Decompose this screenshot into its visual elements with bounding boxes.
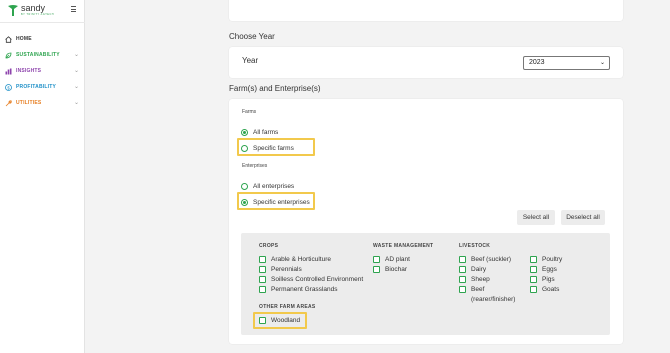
- checkbox-label: Soilless Controlled Environment: [271, 276, 364, 283]
- checkbox-label: Sheep: [471, 276, 490, 283]
- checkbox[interactable]: [373, 256, 380, 263]
- checkbox[interactable]: [530, 276, 537, 283]
- nav-label-home: HOME: [16, 36, 32, 42]
- other-areas-title: OTHER FARM AREAS: [259, 304, 316, 310]
- nav-item-utilities[interactable]: UTILITIES ⌄: [0, 96, 85, 110]
- checkbox[interactable]: [459, 276, 466, 283]
- checkbox-label: Arable & Horticulture: [271, 256, 331, 263]
- nav-item-profitability[interactable]: $ PROFITABILITY ⌄: [0, 80, 85, 94]
- radio-label: All farms: [253, 128, 279, 136]
- nav-item-sustainability[interactable]: SUSTAINABILITY ⌄: [0, 48, 85, 62]
- radio-specific-enterprises[interactable]: Specific enterprises: [241, 197, 310, 207]
- checkbox-label: Permanent Grasslands: [271, 286, 338, 293]
- dollar-icon: $: [5, 83, 12, 91]
- year-label: Year: [242, 56, 259, 65]
- radio-label: Specific enterprises: [253, 198, 310, 206]
- checkbox-label: Biochar: [385, 266, 408, 273]
- checkbox[interactable]: [259, 256, 266, 263]
- checkbox-dairy[interactable]: Dairy: [459, 265, 486, 275]
- sidebar-divider: [0, 22, 85, 23]
- checkbox-eggs[interactable]: Eggs: [530, 265, 557, 275]
- checkbox[interactable]: [373, 266, 380, 273]
- checkbox-ad-plant[interactable]: AD plant: [373, 255, 410, 265]
- checkbox-arable[interactable]: Arable & Horticulture: [259, 255, 331, 265]
- checkbox[interactable]: [259, 317, 266, 324]
- checkbox[interactable]: [459, 286, 466, 293]
- chevron-down-icon: ⌄: [599, 60, 605, 66]
- checkbox-goats[interactable]: Goats: [530, 285, 559, 295]
- checkbox[interactable]: [259, 276, 266, 283]
- enterprises-label: Enterprises: [242, 163, 268, 169]
- checkbox-soilless[interactable]: Soilless Controlled Environment: [259, 275, 363, 285]
- checkbox-label: AD plant: [385, 256, 410, 263]
- checkbox-label: Woodland: [271, 317, 301, 324]
- home-icon: [5, 35, 12, 43]
- checkbox[interactable]: [259, 286, 266, 293]
- checkbox[interactable]: [530, 266, 537, 273]
- checkbox-label: Goats: [542, 286, 560, 293]
- livestock-title: LIVESTOCK: [459, 243, 491, 249]
- svg-text:$: $: [7, 85, 10, 90]
- radio-label: Specific farms: [253, 144, 294, 152]
- checkbox-label: Beef (rearer/finisher): [471, 286, 516, 303]
- checkbox[interactable]: [530, 286, 537, 293]
- year-select[interactable]: 2023 ⌄: [523, 56, 610, 70]
- radio-button[interactable]: [241, 182, 248, 190]
- waste-title: WASTE MANAGEMENT: [373, 243, 434, 249]
- chevron-down-icon: ⌄: [73, 100, 79, 106]
- previous-card: [229, 0, 623, 21]
- checkbox-perennials[interactable]: Perennials: [259, 265, 302, 275]
- radio-button[interactable]: [241, 128, 248, 136]
- nav-item-insights[interactable]: INSIGHTS ⌄: [0, 64, 85, 78]
- checkbox[interactable]: [259, 266, 266, 273]
- bar-chart-icon: [5, 68, 12, 75]
- menu-toggle-icon[interactable]: [71, 6, 77, 12]
- deselect-all-button[interactable]: Deselect all: [561, 210, 605, 225]
- checkbox-grasslands[interactable]: Permanent Grasslands: [259, 285, 337, 295]
- radio-all-farms[interactable]: All farms: [241, 127, 278, 137]
- radio-button[interactable]: [241, 198, 248, 206]
- nav-label-insights: INSIGHTS: [16, 68, 42, 74]
- select-all-button[interactable]: Select all: [517, 210, 555, 225]
- leaf-icon: [5, 52, 12, 59]
- checkbox-beef-rearer[interactable]: Beef (rearer/finisher): [459, 285, 521, 305]
- checkbox-woodland[interactable]: Woodland: [259, 316, 300, 326]
- year-select-value: 2023: [529, 59, 545, 66]
- checkbox-poultry[interactable]: Poultry: [530, 255, 562, 265]
- radio-specific-farms[interactable]: Specific farms: [241, 143, 294, 153]
- nav-label-profitability: PROFITABILITY: [16, 84, 57, 90]
- chevron-down-icon: ⌄: [73, 52, 79, 58]
- checkbox-label: Poultry: [542, 256, 563, 263]
- checkbox-label: Beef (suckler): [471, 256, 512, 263]
- checkbox[interactable]: [530, 256, 537, 263]
- farms-enterprises-title: Farm(s) and Enterprise(s): [229, 84, 321, 93]
- farms-label: Farms: [242, 109, 257, 115]
- brand-tagline: BY TRINITY AGTECH: [21, 13, 55, 16]
- brand-name: sandy: [21, 3, 46, 13]
- logo[interactable]: sandy BY TRINITY AGTECH: [7, 3, 67, 19]
- crops-title: CROPS: [259, 243, 279, 249]
- nav-item-home[interactable]: HOME: [0, 32, 85, 46]
- nav-label-utilities: UTILITIES: [16, 100, 42, 106]
- checkbox-biochar[interactable]: Biochar: [373, 265, 407, 275]
- radio-button[interactable]: [241, 144, 248, 152]
- radio-all-enterprises[interactable]: All enterprises: [241, 181, 294, 191]
- checkbox-label: Eggs: [542, 266, 557, 273]
- checkbox-pigs[interactable]: Pigs: [530, 275, 555, 285]
- sidebar: sandy BY TRINITY AGTECH HOME SUSTAINABIL…: [0, 0, 85, 353]
- checkbox-label: Perennials: [271, 266, 302, 273]
- checkbox-label: Dairy: [471, 266, 487, 273]
- checkbox-beef-suckler[interactable]: Beef (suckler): [459, 255, 511, 265]
- radio-label: All enterprises: [253, 182, 295, 190]
- nav-label-sustainability: SUSTAINABILITY: [16, 52, 60, 58]
- checkbox-sheep[interactable]: Sheep: [459, 275, 490, 285]
- chevron-down-icon: ⌄: [73, 68, 79, 74]
- sandy-logo-icon: [8, 5, 18, 16]
- wrench-icon: [5, 99, 12, 107]
- checkbox[interactable]: [459, 256, 466, 263]
- chevron-down-icon: ⌄: [73, 84, 79, 90]
- checkbox-label: Pigs: [542, 276, 555, 283]
- choose-year-title: Choose Year: [229, 32, 275, 41]
- checkbox[interactable]: [459, 266, 466, 273]
